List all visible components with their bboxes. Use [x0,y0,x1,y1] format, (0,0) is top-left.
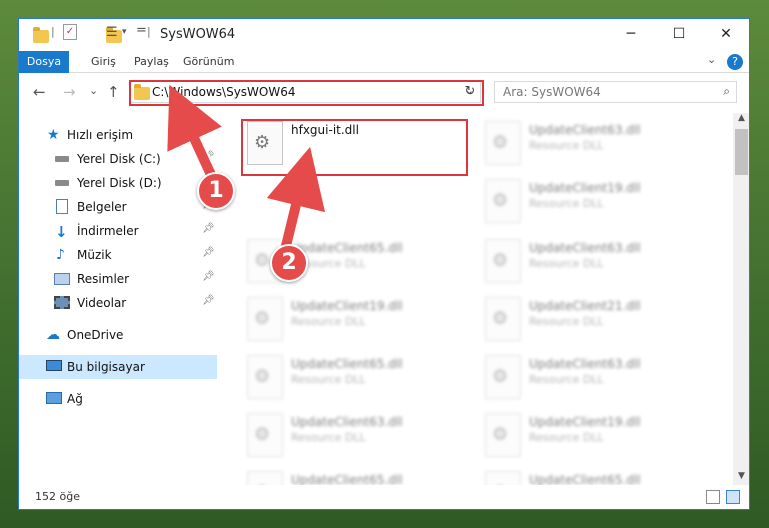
callout-2: 2 [270,244,308,282]
annotation-arrows [167,84,326,257]
callout-1: 1 [197,172,235,210]
